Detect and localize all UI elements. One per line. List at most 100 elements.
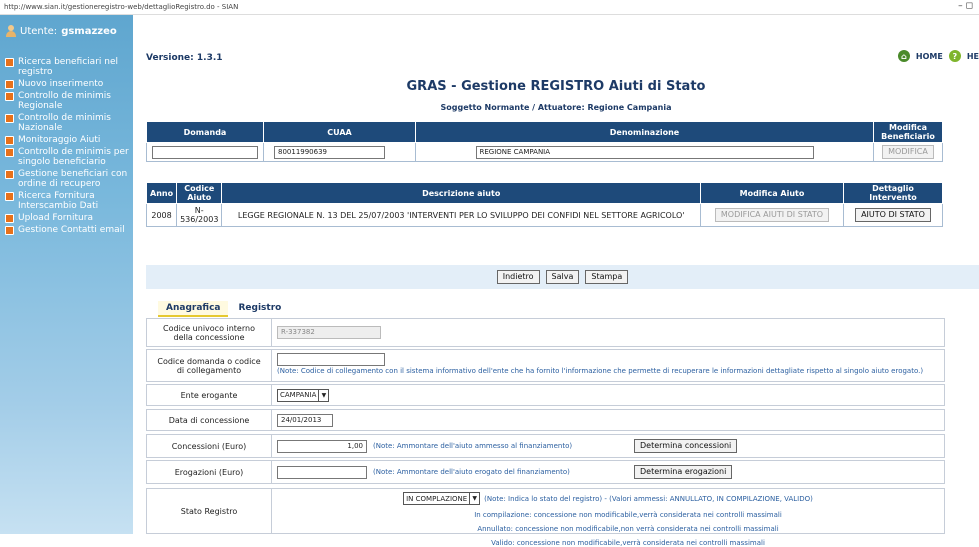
- aid-table: Anno Codice Aiuto Descrizione aiuto Modi…: [145, 182, 943, 227]
- sidebar-item-monitoraggio[interactable]: Monitoraggio Aiuti: [5, 135, 131, 145]
- sidebar-item-label: Controllo de minimis per singolo benefic…: [18, 147, 129, 167]
- top-nav: ⌂ HOME ? HE: [897, 50, 979, 62]
- home-icon[interactable]: ⌂: [897, 50, 910, 62]
- stampa-button[interactable]: Stampa: [585, 270, 629, 284]
- page-subtitle: Soggetto Normante / Attuatore: Regione C…: [440, 103, 672, 112]
- field-label: Stato Registro: [147, 489, 272, 533]
- bullet-icon: [5, 114, 14, 123]
- column-header: Dettaglio Intervento: [843, 182, 943, 204]
- denominazione-field[interactable]: REGIONE CAMPANIA: [475, 145, 814, 159]
- erogazioni-note: (Note: Ammontare dell'aiuto erogato del …: [373, 468, 570, 476]
- sidebar-item-nuovo-inserimento[interactable]: Nuovo inserimento: [5, 79, 131, 89]
- sidebar-item-label: Monitoraggio Aiuti: [18, 135, 101, 145]
- sidebar: Utente: gsmazzeo Ricerca beneficiari nel…: [0, 15, 133, 534]
- determina-concessioni-button[interactable]: Determina concessioni: [634, 439, 738, 453]
- sidebar-menu: Ricerca beneficiari nel registro Nuovo i…: [5, 57, 131, 237]
- column-header: Codice Aiuto: [176, 182, 223, 204]
- column-header: Anno: [145, 182, 178, 204]
- chevron-down-icon: ▼: [469, 493, 479, 504]
- anno-cell: 2008: [145, 203, 178, 227]
- sidebar-item-ricerca-beneficiari[interactable]: Ricerca beneficiari nel registro: [5, 57, 131, 77]
- beneficiary-table: Domanda CUAA Denominazione Modifica Bene…: [146, 121, 943, 162]
- modifica-aiuti-button[interactable]: MODIFICA AIUTI DI STATO: [714, 208, 830, 222]
- field-label: Codice domanda o codice di collegamento: [147, 350, 272, 381]
- bullet-icon: [5, 170, 14, 179]
- tab-registro[interactable]: Registro: [230, 301, 289, 317]
- bullet-icon: [5, 192, 14, 201]
- bullet-icon: [5, 58, 14, 67]
- version-label: Versione: 1.3.1: [146, 53, 223, 63]
- action-bar: Indietro Salva Stampa: [146, 265, 979, 289]
- form-row-concessioni: Concessioni (Euro) 1,00 (Note: Ammontare…: [146, 434, 945, 458]
- sidebar-item-controllo-singolo[interactable]: Controllo de minimis per singolo benefic…: [5, 147, 131, 167]
- bullet-icon: [5, 148, 14, 157]
- form-row-codice-univoco: Codice univoco interno della concessione…: [146, 318, 945, 347]
- bullet-icon: [5, 226, 14, 235]
- column-header: Modifica Aiuto: [700, 182, 844, 204]
- concessioni-note: (Note: Ammontare dell'aiuto ammesso al f…: [373, 442, 573, 450]
- sidebar-item-label: Ricerca beneficiari nel registro: [18, 57, 118, 77]
- erogazioni-field[interactable]: [277, 465, 367, 479]
- domanda-field[interactable]: [152, 145, 258, 159]
- form-row-codice-domanda: Codice domanda o codice di collegamento …: [146, 349, 945, 382]
- form-row-erogazioni: Erogazioni (Euro) (Note: Ammontare dell'…: [146, 460, 945, 484]
- descrizione-cell: LEGGE REGIONALE N. 13 DEL 25/07/2003 'IN…: [221, 203, 701, 227]
- bullet-icon: [5, 92, 14, 101]
- ente-select-value: CAMPANIA: [280, 391, 317, 399]
- stato-select-value: IN COMPLAZIONE: [406, 494, 468, 503]
- codice-univoco-field: R-337382: [277, 326, 381, 339]
- stato-select[interactable]: IN COMPLAZIONE ▼: [403, 492, 481, 505]
- tab-anagrafica[interactable]: Anagrafica: [158, 301, 229, 317]
- sidebar-item-controllo-nazionale[interactable]: Controllo de minimis Nazionale: [5, 113, 131, 133]
- sidebar-item-label: Nuovo inserimento: [18, 79, 104, 89]
- help-link[interactable]: HE: [967, 52, 979, 61]
- sidebar-item-label: Gestione Contatti email: [18, 225, 125, 235]
- field-label: Codice univoco interno della concessione: [147, 319, 272, 346]
- form-row-ente: Ente erogante CAMPANIA ▼: [146, 384, 945, 406]
- stato-help-line: Valido: concessione non modificabile,ver…: [491, 539, 765, 547]
- field-label: Erogazioni (Euro): [147, 461, 272, 483]
- form-row-stato: Stato Registro IN COMPLAZIONE ▼ (Note: In…: [146, 488, 945, 547]
- stato-help-line: Annullato: concessione non modificabile,…: [477, 525, 779, 533]
- sidebar-item-label: Gestione beneficiari con ordine di recup…: [18, 169, 128, 189]
- cuaa-field[interactable]: 80011990639: [274, 145, 385, 159]
- browser-title-bar: http://www.sian.it/gestioneregistro-web/…: [0, 0, 979, 15]
- concessioni-field[interactable]: 1,00: [277, 439, 367, 453]
- user-info: Utente: gsmazzeo: [6, 25, 117, 37]
- bullet-icon: [5, 214, 14, 223]
- main-content: Versione: 1.3.1 ⌂ HOME ? HE GRAS - Gesti…: [133, 15, 979, 547]
- column-header: Descrizione aiuto: [221, 182, 701, 204]
- home-link[interactable]: HOME: [916, 52, 943, 61]
- chevron-down-icon: ▼: [318, 389, 328, 401]
- sidebar-item-upload-fornitura[interactable]: Upload Fornitura: [5, 213, 131, 223]
- aiuto-di-stato-button[interactable]: AIUTO DI STATO: [855, 208, 931, 222]
- field-label: Concessioni (Euro): [147, 435, 272, 457]
- column-header: Denominazione: [415, 121, 874, 143]
- bullet-icon: [5, 136, 14, 145]
- field-label: Data di concessione: [147, 410, 272, 430]
- salva-button[interactable]: Salva: [545, 270, 580, 284]
- codice-domanda-field[interactable]: [277, 353, 385, 366]
- sidebar-item-gestione-contatti[interactable]: Gestione Contatti email: [5, 225, 131, 235]
- user-label: Utente:: [20, 25, 58, 37]
- sidebar-item-gestione-beneficiari[interactable]: Gestione beneficiari con ordine di recup…: [5, 169, 131, 189]
- determina-erogazioni-button[interactable]: Determina erogazioni: [634, 465, 733, 479]
- page-title: GRAS - Gestione REGISTRO Aiuti di Stato: [406, 79, 706, 94]
- column-header: CUAA: [263, 121, 416, 143]
- sidebar-item-label: Ricerca Fornitura Interscambio Dati: [18, 191, 99, 211]
- column-header: Modifica Beneficiario: [873, 121, 943, 143]
- data-concessione-field[interactable]: 24/01/2013: [277, 413, 333, 427]
- form-row-data: Data di concessione 24/01/2013: [146, 409, 945, 431]
- codice-aiuto-cell: N-536/2003: [176, 203, 223, 227]
- indietro-button[interactable]: Indietro: [496, 270, 540, 284]
- ente-select[interactable]: CAMPANIA ▼: [277, 388, 330, 402]
- sidebar-item-label: Controllo de minimis Nazionale: [18, 113, 111, 133]
- modifica-beneficiario-button[interactable]: MODIFICA: [882, 145, 934, 159]
- window-controls[interactable]: – ◻: [958, 1, 973, 11]
- stato-note: (Note: Indica lo stato del registro) - (…: [484, 494, 813, 503]
- help-icon[interactable]: ?: [948, 50, 961, 62]
- sidebar-item-label: Upload Fornitura: [18, 213, 93, 223]
- sidebar-item-ricerca-fornitura[interactable]: Ricerca Fornitura Interscambio Dati: [5, 191, 131, 211]
- bullet-icon: [5, 80, 14, 89]
- sidebar-item-controllo-regionale[interactable]: Controllo de minimis Regionale: [5, 91, 131, 111]
